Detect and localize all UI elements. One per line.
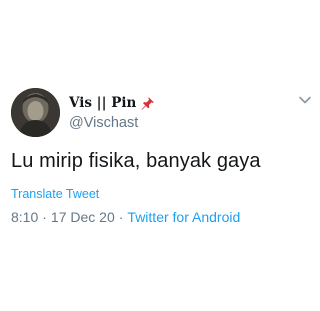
tweet-time[interactable]: 8:10 bbox=[11, 209, 38, 225]
tweet-metadata: 8:10 · 17 Dec 20 · Twitter for Android bbox=[11, 209, 240, 225]
avatar-image bbox=[11, 88, 60, 137]
separator: · bbox=[118, 209, 124, 225]
tweet-date[interactable]: 17 Dec 20 bbox=[51, 209, 115, 225]
display-name[interactable]: Vis || Pin bbox=[69, 95, 136, 111]
chevron-down-icon[interactable] bbox=[298, 95, 312, 105]
author-name-row: Vis || Pin bbox=[69, 94, 155, 112]
author-handle[interactable]: @Vischast bbox=[69, 115, 138, 131]
separator: · bbox=[42, 209, 47, 225]
tweet-card: Vis || Pin @Vischast Lu mirip fisika, ba… bbox=[0, 0, 320, 311]
tweet-text: Lu mirip fisika, banyak gaya bbox=[11, 150, 261, 172]
tweet-client-link[interactable]: Twitter for Android bbox=[127, 209, 240, 225]
translate-tweet-link[interactable]: Translate Tweet bbox=[11, 187, 99, 201]
avatar[interactable] bbox=[11, 88, 60, 137]
pushpin-icon bbox=[141, 96, 155, 110]
